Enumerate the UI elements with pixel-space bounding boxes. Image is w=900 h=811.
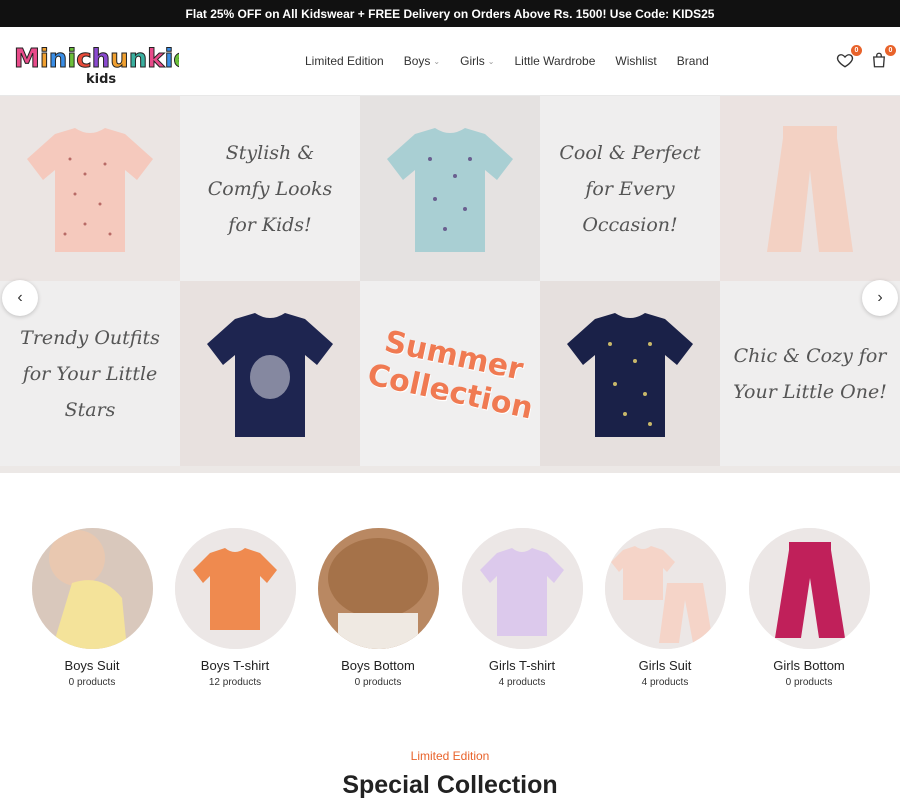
hero-text-tile: Cool & Perfect for Every Occasion! — [540, 96, 720, 281]
hero-text: Chic & Cozy for Your Little One! — [733, 344, 887, 403]
category-boys-bottom[interactable]: Boys Bottom 0 products — [308, 528, 448, 688]
category-count: 0 products — [68, 677, 116, 688]
hero-product-image — [0, 96, 180, 281]
nav-limited-edition[interactable]: Limited Edition — [295, 54, 394, 68]
hero-text-tile: Summer Collection — [360, 281, 540, 466]
cart-count-badge: 0 — [885, 45, 896, 56]
chevron-down-icon: ⌄ — [433, 56, 441, 66]
category-count: 4 products — [641, 677, 689, 688]
category-name: Girls T-shirt — [488, 658, 556, 673]
category-name: Girls Suit — [638, 658, 692, 673]
category-image — [748, 528, 870, 649]
chevron-down-icon: ⌄ — [487, 56, 495, 66]
main-nav: Limited Edition Boys ⌄ Girls ⌄ Little Ward… — [295, 27, 719, 95]
category-girls-tshirt[interactable]: Girls T-shirt 4 products — [452, 528, 592, 688]
section-subtitle: Limited Edition — [410, 749, 490, 763]
nav-label: Girls — [460, 54, 485, 68]
category-boys-tshirt[interactable]: Boys T-shirt 12 products — [165, 528, 305, 688]
section-title: Special Collection — [342, 771, 558, 799]
wishlist-button[interactable]: 0 — [836, 45, 862, 71]
chevron-right-icon: › — [877, 289, 883, 306]
nav-little-wardrobe[interactable]: Little Wardrobe — [504, 54, 605, 68]
announcement-text: Flat 25% OFF on All Kidswear + FREE Deli… — [185, 6, 715, 21]
hero-product-image — [540, 281, 720, 466]
nav-label: Limited Edition — [305, 54, 384, 68]
svg-text:kids: kids — [86, 72, 116, 87]
category-name: Boys Bottom — [341, 658, 415, 673]
hero-text-tile: Stylish & Comfy Looks for Kids! — [180, 96, 360, 281]
category-count: 12 products — [208, 677, 262, 688]
category-girls-suit[interactable]: Girls Suit 4 products — [595, 528, 735, 688]
pink-tshirt-image — [27, 127, 153, 252]
navy-american-tshirt-image — [207, 312, 333, 437]
chevron-left-icon: ‹ — [17, 289, 23, 306]
category-image — [604, 528, 726, 649]
category-image — [317, 528, 439, 649]
nav-girls[interactable]: Girls ⌄ — [450, 54, 504, 68]
hero-text: Stylish & Comfy Looks for Kids! — [207, 141, 333, 236]
category-name: Boys T-shirt — [200, 658, 270, 673]
category-image — [31, 528, 153, 649]
carousel-prev-button[interactable]: ‹ — [2, 280, 38, 316]
nav-brand[interactable]: Brand — [667, 54, 719, 68]
wishlist-count-badge: 0 — [851, 45, 862, 56]
hero-product-image — [360, 96, 540, 281]
navy-printed-tshirt-image — [567, 312, 693, 437]
site-logo[interactable]: Minichunkies kids — [14, 39, 208, 88]
nav-label: Boys — [403, 54, 431, 68]
cart-button[interactable]: 0 — [870, 45, 896, 71]
announcement-bar: Flat 25% OFF on All Kidswear + FREE Deli… — [0, 0, 900, 27]
peach-pants-image — [767, 125, 853, 252]
blue-tshirt-image — [387, 127, 513, 252]
nav-label: Wishlist — [615, 54, 657, 68]
category-girls-bottom[interactable]: Girls Bottom 0 products — [739, 528, 879, 688]
hero-product-image — [720, 96, 900, 281]
nav-label: Little Wardrobe — [514, 54, 596, 68]
hero-product-image — [180, 281, 360, 466]
hero-summer-text: Summer Collection — [364, 323, 537, 427]
category-image — [174, 528, 296, 649]
category-list: Boys Suit 0 products Boys T-shirt 12 pro… — [0, 528, 900, 698]
category-boys-suit[interactable]: Boys Suit 0 products — [22, 528, 162, 688]
svg-text:Minichunkies: Minichunkies — [14, 44, 179, 74]
hero-banner: Stylish & Comfy Looks for Kids! Cool & P… — [0, 96, 900, 473]
hero-text: Trendy Outfits for Your Little Stars — [20, 326, 160, 421]
carousel-next-button[interactable]: › — [862, 280, 898, 316]
category-image — [461, 528, 583, 649]
nav-wishlist[interactable]: Wishlist — [605, 54, 666, 68]
hero-text: Cool & Perfect for Every Occasion! — [559, 141, 701, 236]
category-name: Girls Bottom — [773, 658, 845, 673]
category-count: 4 products — [498, 677, 546, 688]
site-header: Minichunkies kids Limited Edition Boys⌄ … — [0, 27, 900, 96]
category-count: 0 products — [354, 677, 402, 688]
nav-boys[interactable]: Boys ⌄ — [394, 54, 450, 68]
category-count: 0 products — [785, 677, 833, 688]
nav-label: Brand — [676, 54, 709, 68]
category-name: Boys Suit — [64, 658, 120, 673]
